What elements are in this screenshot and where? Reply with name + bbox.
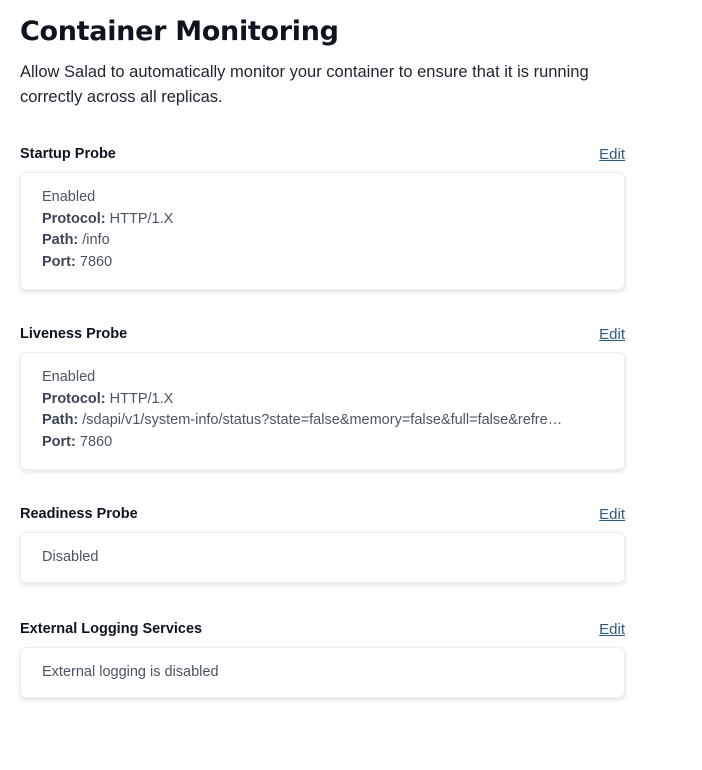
path-value: /info [82,232,110,249]
protocol-label: Protocol: [42,390,106,407]
section-header: Liveness Probe Edit [20,324,625,344]
external-logging-section: External Logging Services Edit External … [20,619,625,698]
liveness-probe-card: Enabled Protocol: HTTP/1.X Path: /sdapi/… [20,352,625,470]
readiness-probe-section: Readiness Probe Edit Disabled [20,504,625,583]
section-title: External Logging Services [20,621,203,637]
external-logging-edit-link[interactable]: Edit [599,621,625,638]
readiness-probe-edit-link[interactable]: Edit [599,506,625,523]
probe-port-row: Port: 7860 [42,432,603,454]
probe-status-row: Disabled [42,547,603,569]
path-value: /sdapi/v1/system-info/status?state=false… [82,412,563,429]
page-description: Allow Salad to automatically monitor you… [20,63,589,106]
probe-path-row: Path: /sdapi/v1/system-info/status?state… [42,410,603,432]
startup-probe-section: Startup Probe Edit Enabled Protocol: HTT… [20,144,625,290]
startup-probe-card: Enabled Protocol: HTTP/1.X Path: /info P… [20,172,625,290]
logging-status-row: External logging is disabled [42,662,603,684]
readiness-probe-card: Disabled [20,532,625,583]
external-logging-card: External logging is disabled [20,647,625,698]
startup-probe-edit-link[interactable]: Edit [599,146,625,163]
section-header: External Logging Services Edit [20,619,625,639]
probe-status: Enabled [42,369,96,385]
section-header: Startup Probe Edit [20,144,625,164]
probe-status: Enabled [42,189,96,205]
probe-status: Disabled [42,549,99,565]
probe-protocol-row: Protocol: HTTP/1.X [42,389,603,411]
probe-port-row: Port: 7860 [42,252,603,274]
protocol-label: Protocol: [42,210,106,227]
protocol-value: HTTP/1.X [109,210,174,227]
probe-protocol-row: Protocol: HTTP/1.X [42,209,603,231]
section-title: Startup Probe [20,146,116,162]
container-monitoring-page: Container Monitoring Allow Salad to auto… [20,14,625,698]
port-value: 7860 [79,434,113,451]
port-value: 7860 [79,254,113,271]
probe-status-row: Enabled [42,187,603,209]
path-label: Path: [42,412,79,429]
liveness-probe-section: Liveness Probe Edit Enabled Protocol: HT… [20,324,625,470]
port-label: Port: [42,434,76,451]
liveness-probe-edit-link[interactable]: Edit [599,326,625,343]
protocol-value: HTTP/1.X [109,390,174,407]
section-title: Liveness Probe [20,326,128,342]
page-title: Container Monitoring [20,16,339,47]
section-title: Readiness Probe [20,506,138,522]
port-label: Port: [42,254,76,271]
logging-status: External logging is disabled [42,664,219,680]
probe-path-row: Path: /info [42,230,603,252]
path-label: Path: [42,232,79,249]
probe-status-row: Enabled [42,367,603,389]
section-header: Readiness Probe Edit [20,504,625,524]
